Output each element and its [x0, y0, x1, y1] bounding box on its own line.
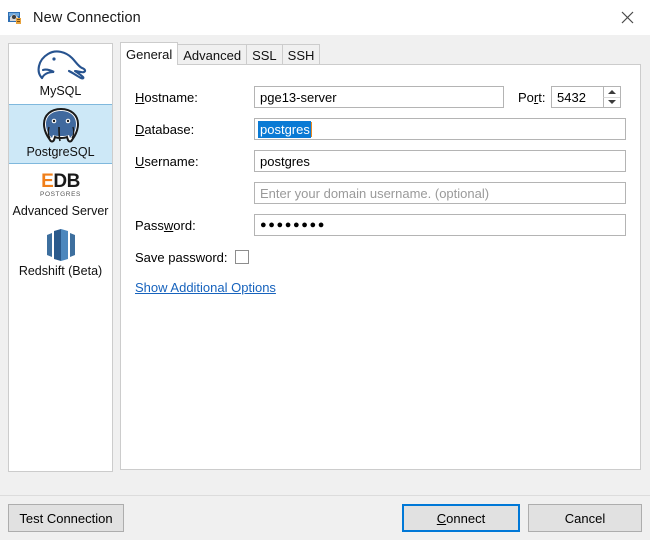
port-spinner-up-icon[interactable] — [603, 87, 620, 97]
username-label-mnemonic: U — [135, 154, 144, 169]
password-value: ●●●●●●●● — [260, 219, 326, 231]
sidebar-item-label: PostgreSQL — [26, 144, 94, 160]
port-label-pre: Po — [518, 90, 534, 105]
connect-button-mnemonic: C — [437, 511, 446, 526]
connect-button-post: onnect — [446, 511, 485, 526]
port-label: Port: — [518, 90, 545, 105]
database-label: Database: — [121, 122, 254, 137]
connect-button[interactable]: Connect — [402, 504, 520, 532]
database-row: Database: postgres — [121, 118, 640, 140]
database-label-mnemonic: D — [135, 122, 144, 137]
sidebar-item-label: Advanced Server — [13, 203, 109, 219]
text-caret — [311, 122, 312, 137]
hostname-label-mnemonic: H — [135, 90, 144, 105]
sidebar-item-mysql[interactable]: MySQL — [9, 44, 112, 104]
port-value: 5432 — [552, 87, 603, 107]
sidebar-item-label: MySQL — [40, 83, 82, 99]
redshift-icon — [41, 227, 81, 263]
port-spinner[interactable] — [603, 87, 620, 107]
password-label-post: ord: — [173, 218, 195, 233]
window-title: New Connection — [33, 10, 141, 26]
save-password-row: Save password: — [135, 246, 249, 268]
database-input[interactable]: postgres — [254, 118, 626, 140]
postgresql-elephant-icon — [39, 108, 83, 144]
connection-icon — [7, 9, 25, 27]
mysql-dolphin-icon — [32, 47, 90, 83]
close-icon[interactable] — [604, 0, 650, 35]
username-label-text: sername: — [144, 154, 198, 169]
hostname-label-text: ostname: — [144, 90, 197, 105]
username-row: Username: postgres — [121, 150, 640, 172]
password-input[interactable]: ●●●●●●●● — [254, 214, 626, 236]
edb-logo-sub: POSTGRES — [40, 192, 81, 199]
dialog-body: MySQL PostgreSQL — [0, 35, 650, 495]
test-connection-button[interactable]: Test Connection — [8, 504, 124, 532]
dialog-footer: Test Connection Connect Cancel — [0, 495, 650, 540]
tab-ssl[interactable]: SSL — [246, 44, 283, 65]
port-label-post: t: — [538, 90, 545, 105]
connection-tab-panel: General Advanced SSL SSH Hostname: pge13… — [120, 43, 641, 470]
port-input[interactable]: 5432 — [551, 86, 621, 108]
username-label: Username: — [121, 154, 254, 169]
username-value: postgres — [260, 154, 310, 169]
tab-strip[interactable]: General Advanced SSL SSH — [120, 43, 319, 65]
password-label-pre: Pass — [135, 218, 164, 233]
hostname-label: Hostname: — [121, 90, 254, 105]
edb-logo-db: DB — [53, 171, 79, 192]
domain-username-input[interactable]: Enter your domain username. (optional) — [254, 182, 626, 204]
save-password-checkbox[interactable] — [235, 250, 249, 264]
port-spinner-down-icon[interactable] — [603, 97, 620, 108]
sidebar-item-label: Redshift (Beta) — [19, 263, 102, 279]
domain-username-row: Enter your domain username. (optional) — [121, 182, 640, 204]
sidebar-item-redshift[interactable]: Redshift (Beta) — [9, 224, 112, 284]
hostname-input[interactable]: pge13-server — [254, 86, 504, 108]
tab-advanced[interactable]: Advanced — [177, 44, 247, 65]
database-value: postgres — [260, 121, 310, 138]
save-password-label: Save password: — [135, 250, 228, 265]
cancel-button[interactable]: Cancel — [528, 504, 642, 532]
hostname-value: pge13-server — [260, 90, 337, 105]
tab-general[interactable]: General — [120, 42, 178, 65]
show-additional-options-link[interactable]: Show Additional Options — [135, 280, 276, 295]
domain-username-placeholder: Enter your domain username. (optional) — [260, 186, 489, 201]
username-input[interactable]: postgres — [254, 150, 626, 172]
password-label-mnemonic: w — [164, 218, 173, 233]
database-type-list[interactable]: MySQL PostgreSQL — [8, 43, 113, 472]
password-label: Password: — [121, 218, 254, 233]
edb-logo-e: E — [41, 171, 53, 192]
edb-postgres-icon: EDB POSTGRES — [40, 167, 81, 203]
general-tab-content: Hostname: pge13-server Port: 5432 Databa… — [120, 64, 641, 470]
password-row: Password: ●●●●●●●● — [121, 214, 640, 236]
sidebar-item-advanced-server[interactable]: EDB POSTGRES Advanced Server — [9, 164, 112, 224]
title-bar: New Connection — [0, 0, 650, 35]
sidebar-item-postgresql[interactable]: PostgreSQL — [9, 104, 112, 164]
tab-ssh[interactable]: SSH — [282, 44, 321, 65]
database-label-text: atabase: — [144, 122, 194, 137]
